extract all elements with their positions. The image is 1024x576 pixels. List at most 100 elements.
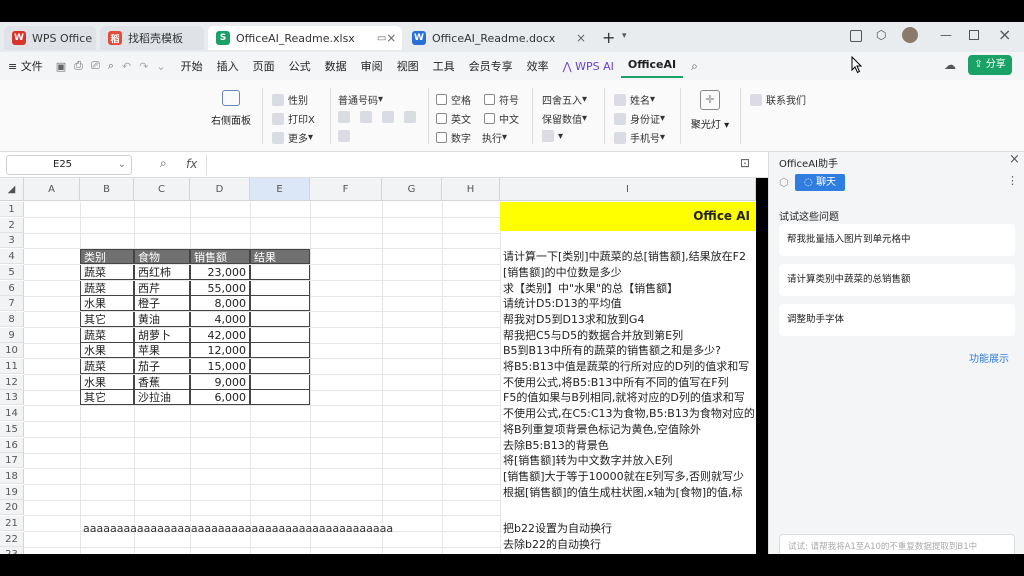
undo-icon[interactable]: ↶ — [122, 60, 131, 73]
prompt-cell[interactable]: 帮我把C5与D5的数据合并放到第E列 — [500, 328, 756, 343]
menu-start[interactable]: 开始 — [174, 58, 210, 74]
prompt-cell[interactable]: F5的值如果与B列相同,就将对应的D列的值求和写 — [500, 390, 756, 405]
tab-xlsx[interactable]: S OfficeAI_Readme.xlsx ▭ × — [208, 26, 402, 50]
table-header-cell[interactable]: 类别 — [80, 249, 134, 265]
share-button[interactable]: ⇪ 分享 — [968, 55, 1012, 75]
table-cell[interactable]: 23,000 — [190, 264, 250, 280]
row-header[interactable]: 14 — [0, 406, 24, 422]
table-cell[interactable]: 沙拉油 — [134, 390, 190, 406]
row-header[interactable]: 18 — [0, 468, 24, 484]
chat-tab[interactable]: ◌ 聊天 — [795, 174, 845, 191]
table-cell[interactable]: 蔬菜 — [80, 359, 134, 374]
print-icon[interactable]: ⎚ — [91, 59, 100, 73]
avatar[interactable] — [902, 27, 918, 43]
new-tab-button[interactable]: + — [602, 28, 615, 47]
symbol-checkbox[interactable]: 符号 — [484, 92, 519, 107]
officeai-title-cell[interactable]: Office AI — [500, 202, 756, 231]
b22-cell[interactable]: aaaaaaaaaaaaaaaaaaaaaaaaaaaaaaaaaaaaaaaa… — [80, 521, 500, 536]
menu-data[interactable]: 数据 — [318, 58, 354, 74]
name-box[interactable]: E25 ⌄ — [6, 155, 132, 175]
name-button[interactable]: 姓名 ▾ — [614, 92, 655, 107]
row-header[interactable]: 22 — [0, 531, 24, 547]
more-icon[interactable]: ⌄ — [156, 60, 165, 73]
table-cell[interactable]: 15,000 — [190, 359, 250, 374]
space-checkbox[interactable]: 空格 — [436, 92, 471, 107]
format-icon[interactable] — [338, 130, 350, 142]
table-cell[interactable]: 蔬菜 — [80, 280, 134, 296]
format-icon[interactable] — [360, 111, 372, 123]
print-x-button[interactable]: 打印X — [272, 111, 315, 126]
table-cell[interactable]: 12,000 — [190, 343, 250, 359]
row-header[interactable]: 19 — [0, 484, 24, 500]
table-cell[interactable]: 水果 — [80, 374, 134, 390]
export-icon[interactable]: ⎙ — [74, 59, 83, 73]
row-header[interactable]: 5 — [0, 264, 24, 280]
formula-input[interactable] — [206, 155, 758, 175]
select-all-corner[interactable]: ◢ — [0, 178, 24, 201]
close-panel-icon[interactable]: × — [1009, 152, 1020, 167]
row-header[interactable]: 17 — [0, 453, 24, 469]
table-cell[interactable]: 蔬菜 — [80, 327, 134, 343]
close-tab-icon[interactable]: × — [576, 31, 586, 45]
menu-insert[interactable]: 插入 — [210, 58, 246, 74]
execute-button[interactable]: 执行 ▾ — [482, 130, 507, 145]
fx-icon[interactable]: fx — [186, 157, 197, 171]
table-cell[interactable] — [250, 327, 310, 343]
row-header[interactable]: 13 — [0, 390, 24, 406]
prompt-cell[interactable]: 不使用公式,在C5:C13为食物,B5:B13为食物对应的 — [500, 406, 756, 421]
table-cell[interactable]: 西芹 — [134, 280, 190, 296]
table-cell[interactable]: 水果 — [80, 343, 134, 359]
close-tab-icon[interactable]: × — [386, 31, 396, 45]
prompt-cell[interactable]: 帮我对D5到D13求和放到G4 — [500, 312, 756, 327]
row-header[interactable]: 21 — [0, 516, 24, 531]
prompt-cell[interactable]: 求【类别】中"水果"的总【销售额】 — [500, 281, 756, 296]
menu-wps-ai[interactable]: ⋀ WPS AI — [556, 60, 621, 73]
table-cell[interactable]: 橙子 — [134, 296, 190, 312]
prompt-cell[interactable]: 不使用公式,将B5:B13中所有不同的值写在F列 — [500, 375, 756, 390]
table-cell[interactable]: 9,000 — [190, 374, 250, 390]
close-window-icon[interactable]: × — [998, 25, 1011, 44]
cube-icon[interactable]: ⬡ — [779, 176, 789, 189]
table-cell[interactable]: 42,000 — [190, 327, 250, 343]
col-header-g[interactable]: G — [382, 178, 442, 201]
format-icon[interactable] — [404, 111, 416, 123]
col-header-d[interactable]: D — [190, 178, 250, 201]
col-header-a[interactable]: A — [24, 178, 80, 201]
suggestion-insert-images[interactable]: 帮我批量插入图片到单元格中 — [779, 224, 1015, 256]
tab-docx[interactable]: W OfficeAI_Readme.docx × — [404, 26, 594, 50]
table-cell[interactable] — [250, 296, 310, 312]
table-cell[interactable] — [250, 280, 310, 296]
maximize-icon[interactable] — [969, 30, 979, 40]
save-icon[interactable]: ▣ — [56, 60, 66, 73]
table-header-cell[interactable]: 结果 — [250, 249, 310, 265]
prompt-cell[interactable]: 将[销售额]转为中文数字并放入E列 — [500, 453, 756, 468]
table-cell[interactable] — [250, 311, 310, 327]
table-cell[interactable]: 香蕉 — [134, 374, 190, 390]
row-header[interactable]: 4 — [0, 249, 24, 265]
table-cell[interactable]: 水果 — [80, 296, 134, 312]
table-cell[interactable] — [250, 390, 310, 406]
gender-button[interactable]: 性别 — [272, 92, 308, 107]
menu-page[interactable]: 页面 — [246, 58, 282, 74]
row-header[interactable]: 1 — [0, 202, 24, 217]
keep-value-select[interactable]: 保留数值 ▾ — [542, 111, 587, 126]
phone-button[interactable]: 手机号 ▾ — [614, 130, 665, 145]
table-cell[interactable]: 西红柿 — [134, 264, 190, 280]
row-header[interactable]: 7 — [0, 296, 24, 312]
table-cell[interactable]: 苹果 — [134, 343, 190, 359]
suggestion-font[interactable]: 调整助手字体 — [779, 304, 1015, 336]
row-header[interactable]: 15 — [0, 421, 24, 437]
prompt-cell[interactable]: 请计算一下[类别]中蔬菜的总[销售额],结果放在F2 — [500, 249, 756, 264]
add-button[interactable]: ▾ — [542, 130, 563, 142]
cloud-icon[interactable]: ☁ — [944, 58, 956, 72]
row-header[interactable]: 3 — [0, 233, 24, 249]
row-header[interactable]: 6 — [0, 280, 24, 296]
row-header[interactable]: 20 — [0, 500, 24, 516]
row-header[interactable]: 16 — [0, 437, 24, 453]
minimize-icon[interactable]: — — [940, 28, 952, 42]
table-cell[interactable]: 其它 — [80, 390, 134, 406]
english-checkbox[interactable]: 英文 — [436, 111, 471, 126]
table-cell[interactable]: 蔬菜 — [80, 264, 134, 280]
expand-formula-icon[interactable]: ⊡ — [740, 156, 750, 170]
more-button[interactable]: 更多 ▾ — [272, 130, 313, 145]
